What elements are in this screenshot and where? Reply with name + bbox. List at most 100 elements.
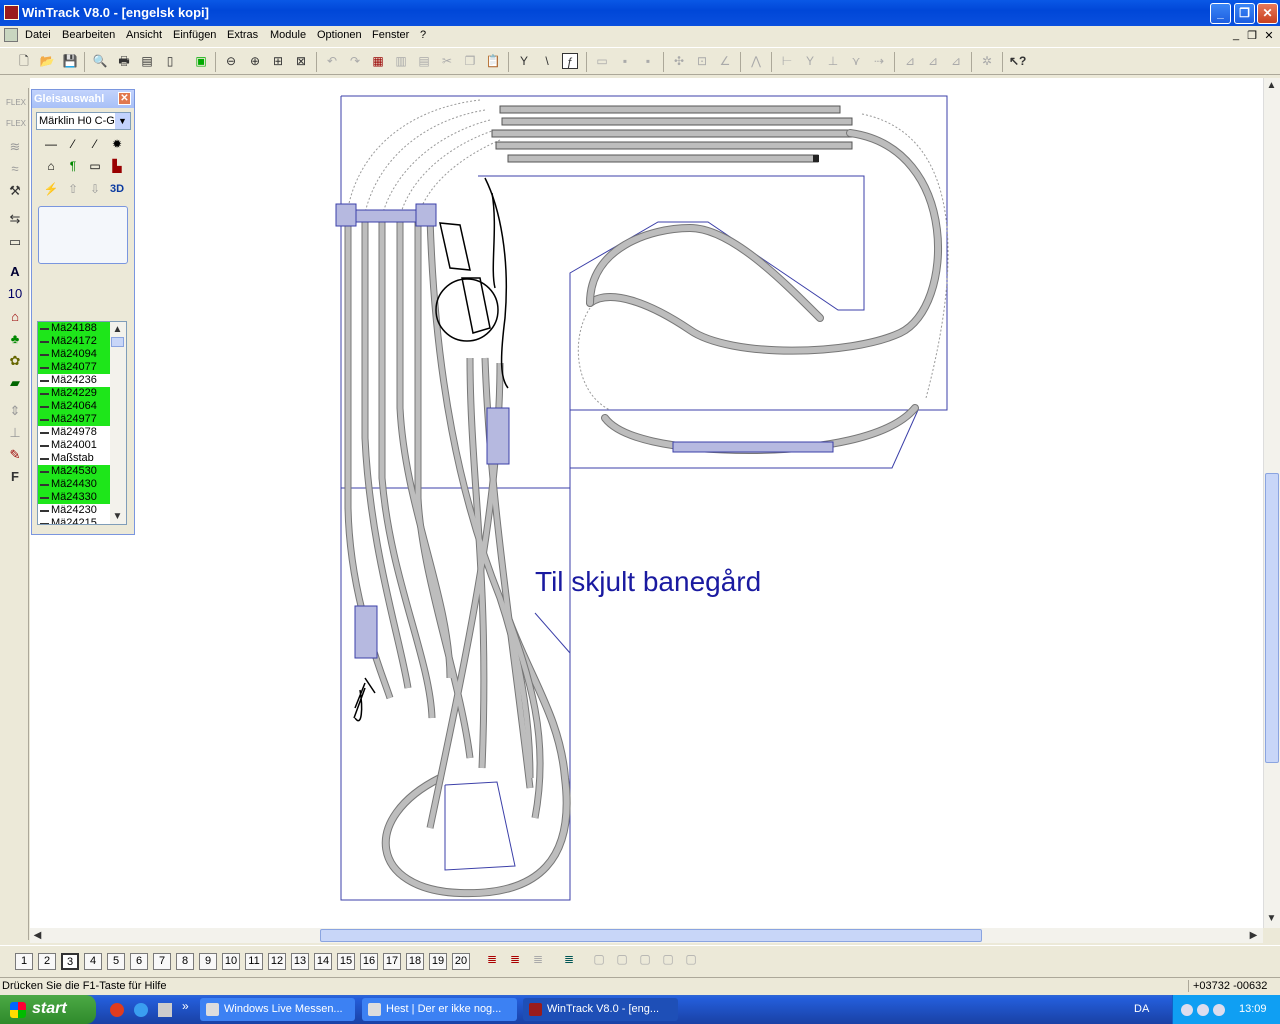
curve-left-icon[interactable]: ⁄ (64, 136, 82, 152)
bumper-icon[interactable]: ▭ (6, 233, 24, 251)
vertical-scroll-thumb[interactable] (1265, 473, 1279, 763)
bumper-icon[interactable]: ▭ (86, 158, 104, 174)
track-split-icon[interactable]: Y (516, 53, 532, 69)
track-list-scrollbar[interactable]: ▲ ▼ (110, 322, 126, 524)
track-plan[interactable]: Til skjult banegård (30, 78, 1263, 928)
terrain-icon[interactable]: ▰ (6, 374, 24, 392)
page-button-17[interactable]: 17 (383, 953, 401, 970)
scroll-up-arrow[interactable]: ▲ (1264, 78, 1279, 93)
view-2-icon[interactable]: ▢ (614, 951, 630, 967)
firefox-icon[interactable] (110, 1003, 124, 1017)
desktop-icon[interactable] (158, 1003, 172, 1017)
train-icon[interactable]: ▙ (108, 158, 126, 174)
view-3-icon[interactable]: ▢ (637, 951, 653, 967)
horizontal-scroll-thumb[interactable] (320, 929, 982, 942)
undo-icon[interactable]: ↶ (324, 53, 340, 69)
curve-right-icon[interactable]: ⁄ (86, 136, 104, 152)
layout-canvas[interactable]: Til skjult banegård (30, 78, 1263, 928)
page-button-15[interactable]: 15 (337, 953, 355, 970)
print-setup-icon[interactable]: ▤ (139, 53, 155, 69)
close-button[interactable]: ✕ (1257, 3, 1278, 24)
layers-icon[interactable]: ≣ (484, 951, 500, 967)
app-icon[interactable] (4, 5, 19, 20)
text-tool-icon[interactable]: A (6, 263, 24, 281)
view-5-icon[interactable]: ▢ (683, 951, 699, 967)
move-icon[interactable]: ⊡ (694, 53, 710, 69)
menu-ansicht[interactable]: Ansicht (126, 29, 162, 41)
track-list-item[interactable]: Mä24430 (38, 478, 110, 491)
page-button-18[interactable]: 18 (406, 953, 424, 970)
paint-icon[interactable]: ✎ (6, 446, 24, 464)
height-icon[interactable]: ⇕ (6, 402, 24, 420)
house-icon[interactable]: ⌂ (6, 308, 24, 326)
ie-icon[interactable] (134, 1003, 148, 1017)
menu-bearbeiten[interactable]: Bearbeiten (62, 29, 115, 41)
redo-icon[interactable]: ↷ (347, 53, 363, 69)
freehand-icon[interactable]: ƒ (562, 53, 578, 69)
save-icon[interactable]: 💾 (62, 53, 78, 69)
list-scroll-up-arrow[interactable]: ▲ (110, 322, 125, 337)
parts-list-icon[interactable]: ▦ (370, 53, 386, 69)
raise-icon[interactable]: ⇧ (64, 181, 82, 197)
ungroup-icon[interactable]: ▪ (640, 53, 656, 69)
help-icon[interactable]: ↖? (1009, 53, 1026, 69)
language-indicator[interactable]: DA (1134, 1003, 1149, 1015)
vertical-scrollbar[interactable]: ▲ ▼ (1263, 78, 1280, 928)
horizontal-scrollbar[interactable]: ◀ ▶ (30, 928, 1263, 943)
layer-delete-icon[interactable]: ≣ (530, 951, 546, 967)
open-icon[interactable]: 📂 (39, 53, 55, 69)
scroll-right-arrow[interactable]: ▶ (1246, 928, 1261, 943)
track-list-item[interactable]: Mä24230 (38, 504, 110, 517)
new-file-icon[interactable]: 🗋 (16, 53, 32, 69)
copy-layer-icon[interactable]: ▥ (393, 53, 409, 69)
group-icon[interactable]: ▪ (617, 53, 633, 69)
font-icon[interactable]: F (6, 468, 24, 486)
track-list-item[interactable]: Mä24094 (38, 348, 110, 361)
lower-icon[interactable]: ⇩ (86, 181, 104, 197)
mdi-restore-button[interactable]: ❐ (1245, 29, 1259, 42)
menu-fenster[interactable]: Fenster (372, 29, 409, 41)
rotate-icon[interactable]: ✣ (671, 53, 687, 69)
track-list-item[interactable]: Mä24188 (38, 322, 110, 335)
tunnel-icon[interactable]: ⚒ (6, 182, 24, 200)
page-button-12[interactable]: 12 (268, 953, 286, 970)
properties-icon[interactable]: ▭ (594, 53, 610, 69)
track-list-item[interactable]: Mä24977 (38, 413, 110, 426)
curve-tool-icon[interactable]: ≋ (6, 138, 24, 156)
join-icon[interactable]: ⋎ (848, 53, 864, 69)
track-list-item[interactable]: Mä24172 (38, 335, 110, 348)
view-1-icon[interactable]: ▢ (591, 951, 607, 967)
print-icon[interactable]: 🖶 (116, 53, 132, 69)
page-button-1[interactable]: 1 (15, 953, 33, 970)
page-button-19[interactable]: 19 (429, 953, 447, 970)
page-button-7[interactable]: 7 (153, 953, 171, 970)
cut-icon[interactable]: ✂ (439, 53, 455, 69)
task-wintrack[interactable]: WinTrack V8.0 - [eng... (523, 998, 678, 1021)
page-button-20[interactable]: 20 (452, 953, 470, 970)
track-list-item[interactable]: Mä24064 (38, 400, 110, 413)
measure-icon[interactable]: ⇢ (871, 53, 887, 69)
layer-edit-icon[interactable]: ≣ (507, 951, 523, 967)
paste-layer-icon[interactable]: ▤ (416, 53, 432, 69)
track-list[interactable]: Mä24188 Mä24172 Mä24094 Mä24077 Mä24236 Mä242… (37, 321, 127, 525)
quicklaunch-chevron-icon[interactable]: » (182, 999, 189, 1013)
track-list-item[interactable]: Maßstab (38, 452, 110, 465)
messenger-tray-icon[interactable] (1181, 1004, 1193, 1016)
junction-icon[interactable]: ⊥ (825, 53, 841, 69)
track-list-item[interactable]: Mä24978 (38, 426, 110, 439)
track-list-item[interactable]: Mä24077 (38, 361, 110, 374)
zoom-in-icon[interactable]: ⊕ (247, 53, 263, 69)
flex-track-icon[interactable]: \ (539, 53, 555, 69)
page-button-14[interactable]: 14 (314, 953, 332, 970)
network-icon[interactable] (1197, 1004, 1209, 1016)
landscape-icon[interactable]: ✿ (6, 352, 24, 370)
bitmap-icon[interactable]: ▣ (193, 53, 209, 69)
branch-icon[interactable]: Y (802, 53, 818, 69)
task-messenger[interactable]: Windows Live Messen... (200, 998, 355, 1021)
bridge-icon[interactable]: ≈ (6, 160, 24, 178)
track-system-select[interactable]: Märklin H0 C-Gl ▼ (36, 112, 131, 130)
track-list-item[interactable]: Mä24215 (38, 517, 110, 524)
page-icon[interactable]: ▯ (162, 53, 178, 69)
page-button-5[interactable]: 5 (107, 953, 125, 970)
number-tool-icon[interactable]: 10 (6, 285, 24, 303)
